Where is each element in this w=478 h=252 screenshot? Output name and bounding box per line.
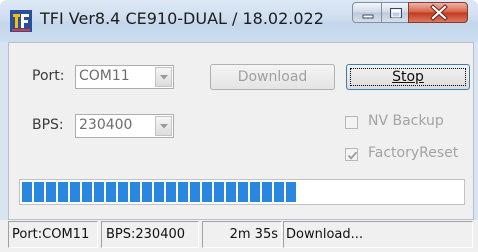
progress-segment xyxy=(190,182,200,202)
download-button[interactable]: Download xyxy=(210,64,335,90)
progress-segment xyxy=(70,182,80,202)
chevron-down-icon xyxy=(160,75,168,80)
maximize-button[interactable] xyxy=(381,2,409,23)
bps-select[interactable]: 230400 xyxy=(75,114,174,138)
progress-fill xyxy=(22,182,298,202)
close-button[interactable] xyxy=(408,2,468,23)
progress-segment xyxy=(154,182,164,202)
progress-segment xyxy=(202,182,212,202)
port-select-value: COM11 xyxy=(79,68,130,84)
progress-segment xyxy=(94,182,104,202)
factory-reset-checkbox[interactable] xyxy=(345,148,358,161)
main-panel: Port: COM11 BPS: 230400 Download Stop NV… xyxy=(8,42,474,220)
chevron-down-icon xyxy=(160,124,168,129)
progress-segment xyxy=(46,182,56,202)
close-icon xyxy=(430,4,448,21)
progress-segment xyxy=(250,182,260,202)
progress-segment xyxy=(22,182,32,202)
progress-segment xyxy=(130,182,140,202)
status-bps: BPS:230400 xyxy=(101,221,199,248)
port-select[interactable]: COM11 xyxy=(75,65,174,89)
progress-segment xyxy=(274,182,284,202)
title-bar[interactable]: TFI Ver8.4 CE910-DUAL / 18.02.022 xyxy=(0,0,478,42)
application-window: TFI Ver8.4 CE910-DUAL / 18.02.022 Port: … xyxy=(0,0,478,252)
progress-segment xyxy=(166,182,176,202)
progress-segment xyxy=(238,182,248,202)
app-logo-icon xyxy=(10,10,32,32)
minimize-button[interactable] xyxy=(352,2,382,23)
progress-segment xyxy=(142,182,152,202)
progress-segment xyxy=(118,182,128,202)
status-bar: Port:COM11 BPS:230400 2m 35s Download... xyxy=(0,220,478,252)
progress-segment xyxy=(262,182,272,202)
check-icon xyxy=(347,151,358,160)
progress-segment xyxy=(226,182,236,202)
bps-dropdown-button[interactable] xyxy=(155,116,172,136)
progress-segment xyxy=(106,182,116,202)
bps-label: BPS: xyxy=(32,117,64,133)
nv-backup-checkbox[interactable] xyxy=(345,116,358,129)
minimize-icon xyxy=(362,14,374,19)
stop-button-label: Stop xyxy=(392,69,424,85)
port-dropdown-button[interactable] xyxy=(155,67,172,87)
nv-backup-label[interactable]: NV Backup xyxy=(368,113,444,129)
progress-segment xyxy=(82,182,92,202)
status-message: Download... xyxy=(283,221,473,248)
window-title: TFI Ver8.4 CE910-DUAL / 18.02.022 xyxy=(40,9,324,28)
progress-segment xyxy=(178,182,188,202)
maximize-icon xyxy=(390,8,402,18)
status-elapsed: 2m 35s xyxy=(202,221,282,248)
progress-segment xyxy=(34,182,44,202)
factory-reset-label[interactable]: FactoryReset xyxy=(368,145,458,161)
progress-segment xyxy=(214,182,224,202)
bps-select-value: 230400 xyxy=(79,117,133,133)
status-port: Port:COM11 xyxy=(8,221,98,248)
stop-button[interactable]: Stop xyxy=(346,64,470,90)
progress-segment xyxy=(286,182,296,202)
port-label: Port: xyxy=(32,68,65,84)
download-progress-bar xyxy=(19,179,465,205)
progress-segment xyxy=(58,182,68,202)
